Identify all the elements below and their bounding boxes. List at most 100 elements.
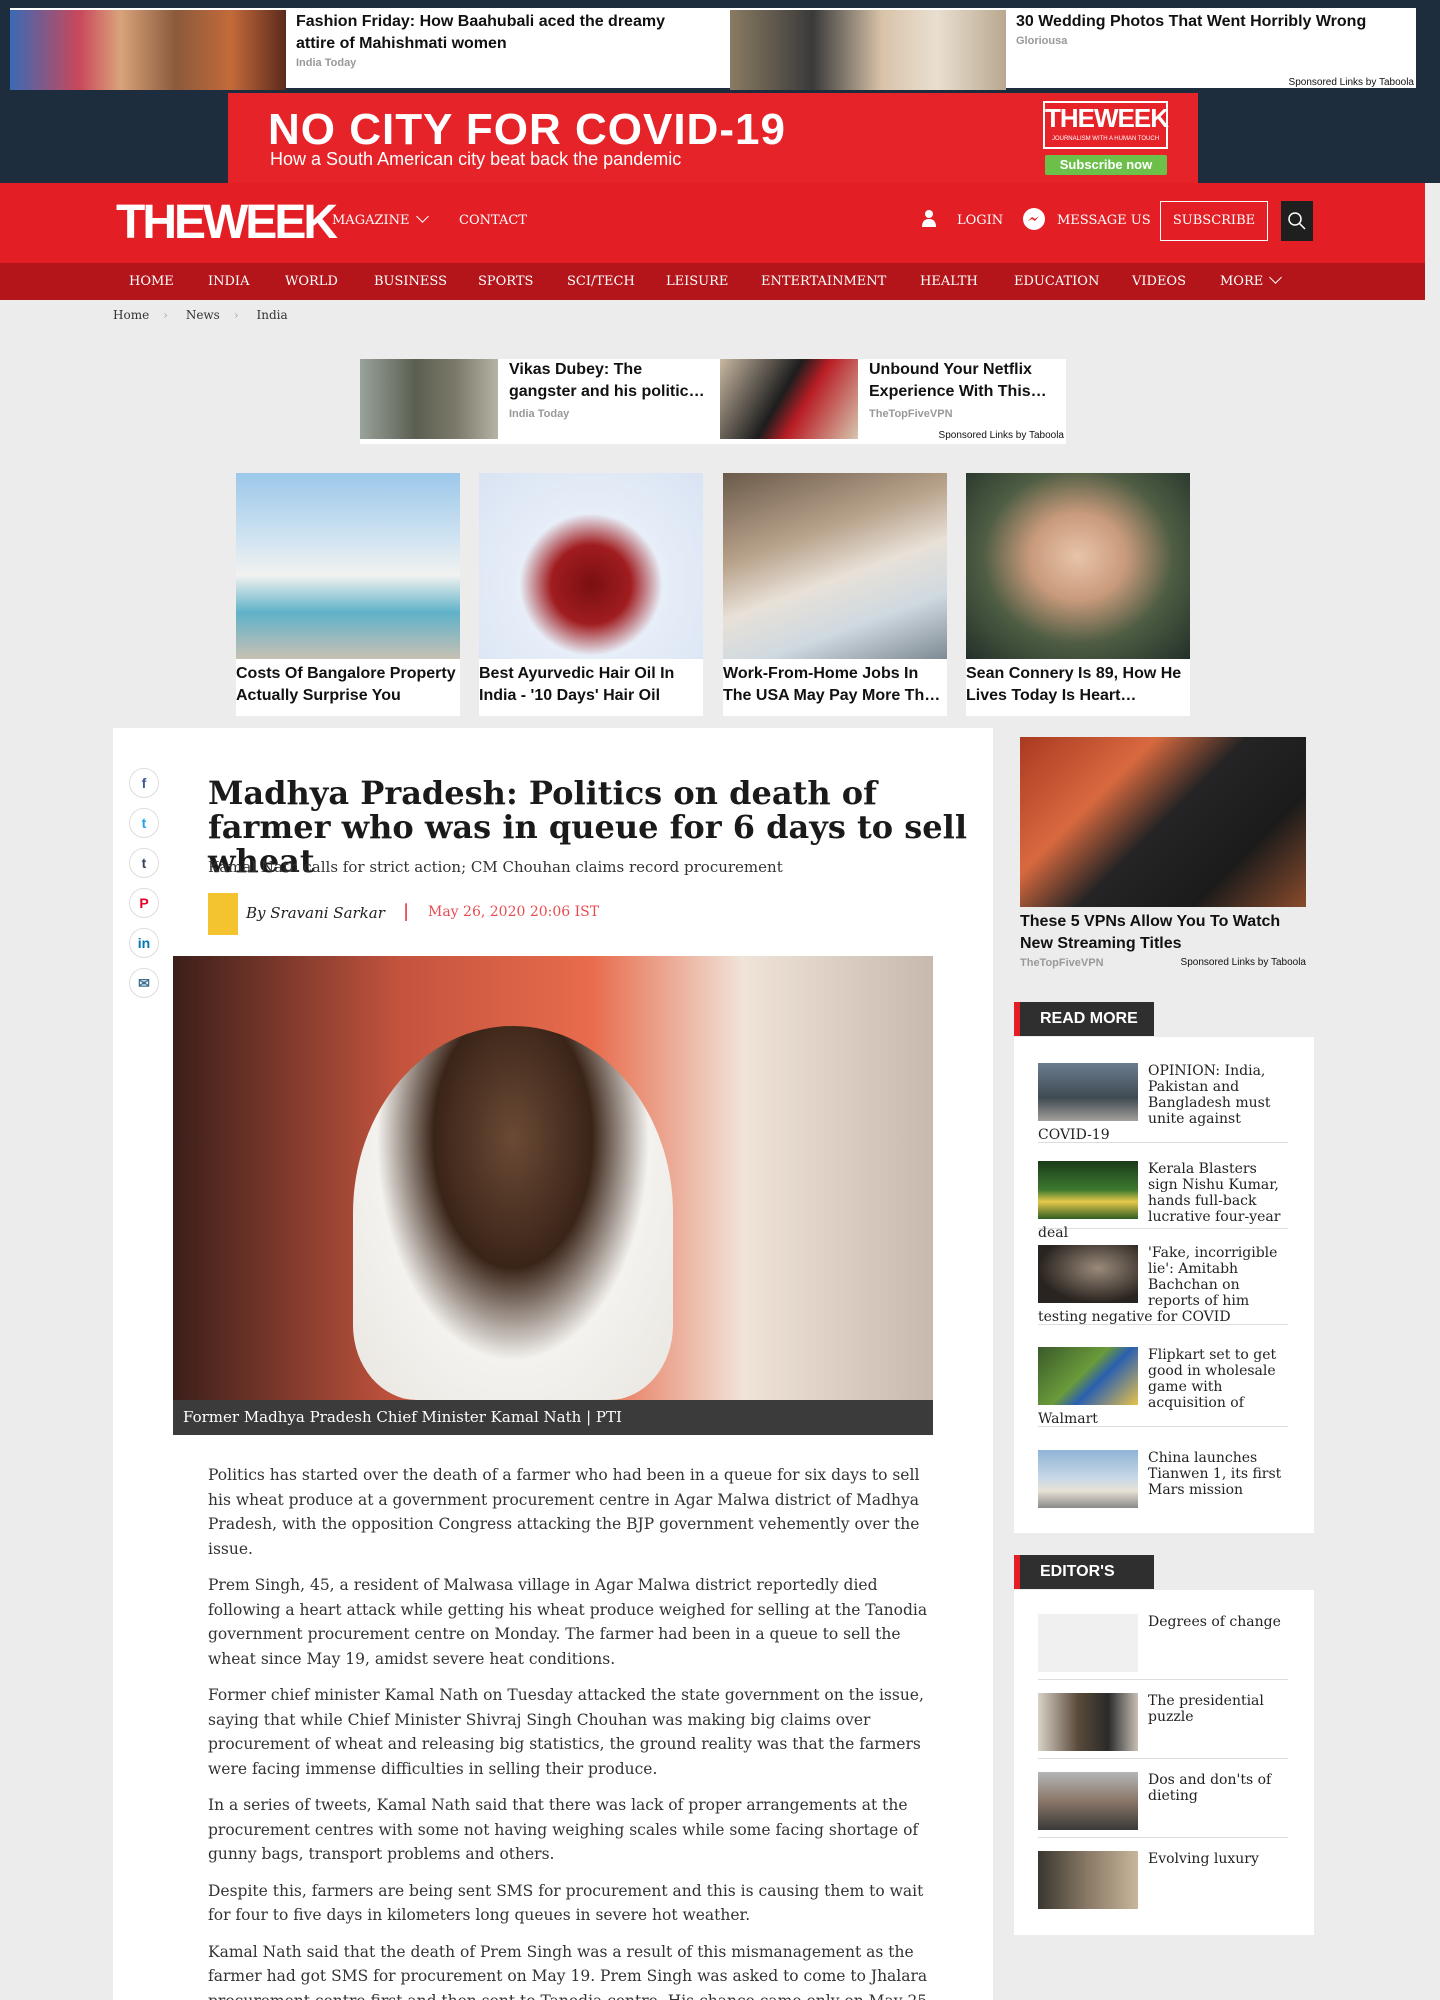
nav-entertainment[interactable]: ENTERTAINMENT bbox=[761, 274, 886, 289]
messenger-icon bbox=[1023, 208, 1045, 230]
nav-leisure[interactable]: LEISURE bbox=[666, 274, 728, 289]
search-icon bbox=[1288, 212, 1306, 230]
nav-sports[interactable]: SPORTS bbox=[478, 274, 533, 289]
banner-logo-text: THEWEEK bbox=[1045, 103, 1169, 133]
ad-tile[interactable]: Costs Of Bangalore Property Actually Sur… bbox=[236, 473, 460, 716]
search-button[interactable] bbox=[1281, 201, 1313, 241]
ad-title-netflix[interactable]: Unbound Your Netflix Experience With Thi… bbox=[869, 359, 1059, 403]
linkedin-share-button[interactable]: in bbox=[129, 928, 159, 958]
nav-scitech[interactable]: SCI/TECH bbox=[567, 274, 635, 289]
section-nav: HOME INDIA WORLD BUSINESS SPORTS SCI/TEC… bbox=[0, 263, 1425, 300]
subscribe-button[interactable]: SUBSCRIBE bbox=[1160, 201, 1268, 241]
list-item-thumbnail[interactable] bbox=[1038, 1851, 1138, 1909]
article-card: f t t P in ✉ Madhya Pradesh: Politics on… bbox=[113, 728, 993, 2000]
list-item-thumbnail[interactable] bbox=[1038, 1347, 1138, 1405]
list-item-thumbnail[interactable] bbox=[1038, 1772, 1138, 1830]
ad-tile-title[interactable]: Best Ayurvedic Hair Oil In India - '10 D… bbox=[479, 659, 703, 707]
ad-tile-image[interactable] bbox=[723, 473, 947, 659]
nav-videos[interactable]: VIDEOS bbox=[1132, 274, 1186, 289]
breadcrumb-separator: › bbox=[233, 308, 239, 322]
list-item[interactable]: Dos and don'ts of dieting bbox=[1038, 1772, 1288, 1838]
publish-date: May 26, 2020 20:06 IST bbox=[428, 904, 600, 920]
ad-tile-image[interactable] bbox=[236, 473, 460, 659]
nav-business[interactable]: BUSINESS bbox=[374, 274, 447, 289]
sidebar-ad-title[interactable]: These 5 VPNs Allow You To Watch New Stre… bbox=[1020, 911, 1300, 955]
tumblr-share-button[interactable]: t bbox=[129, 848, 159, 878]
list-item-thumbnail[interactable] bbox=[1038, 1161, 1138, 1219]
list-item-thumbnail[interactable] bbox=[1038, 1245, 1138, 1303]
editors-pick-heading: EDITOR'S PICK bbox=[1014, 1555, 1154, 1614]
ad-image-netflix[interactable] bbox=[720, 359, 858, 439]
list-item-thumbnail[interactable] bbox=[1038, 1614, 1138, 1672]
breadcrumb-home[interactable]: Home bbox=[113, 308, 149, 322]
email-share-button[interactable]: ✉ bbox=[129, 968, 159, 998]
list-item[interactable]: Degrees of change bbox=[1038, 1614, 1288, 1680]
nav-health[interactable]: HEALTH bbox=[920, 274, 978, 289]
message-us-link[interactable]: MESSAGE US bbox=[1057, 213, 1151, 228]
sidebar-ad-image[interactable] bbox=[1020, 737, 1306, 907]
hero-figure bbox=[353, 1026, 673, 1400]
nav-home[interactable]: HOME bbox=[129, 274, 174, 289]
ad-tile-image[interactable] bbox=[966, 473, 1190, 659]
taboola-inline-ad[interactable]: Vikas Dubey: The gangster and his politi… bbox=[360, 359, 1066, 444]
list-item[interactable]: Evolving luxury bbox=[1038, 1851, 1288, 1913]
top-ad-strip: Fashion Friday: How Baahubali aced the d… bbox=[0, 0, 1440, 183]
list-item-thumbnail[interactable] bbox=[1038, 1693, 1138, 1751]
ad-image-fashion[interactable] bbox=[10, 10, 286, 90]
list-item[interactable]: Flipkart set to get good in wholesale ga… bbox=[1038, 1347, 1288, 1427]
ad-title-vikas[interactable]: Vikas Dubey: The gangster and his politi… bbox=[509, 359, 709, 403]
article-paragraph: Kamal Nath said that the death of Prem S… bbox=[208, 1942, 928, 2000]
breadcrumb-india[interactable]: India bbox=[256, 308, 287, 322]
nav-magazine[interactable]: MAGAZINE bbox=[332, 210, 429, 228]
taboola-label[interactable]: Sponsored Links by Taboola bbox=[1289, 77, 1414, 88]
list-item[interactable]: China launches Tianwen 1, its first Mars… bbox=[1038, 1450, 1288, 1510]
editors-pick-box: Degrees of change The presidential puzzl… bbox=[1014, 1590, 1314, 1935]
list-item[interactable]: The presidential puzzle bbox=[1038, 1693, 1288, 1759]
author-name[interactable]: By Sravani Sarkar bbox=[246, 904, 385, 922]
ad-tile[interactable]: Sean Connery Is 89, How He Lives Today I… bbox=[966, 473, 1190, 716]
taboola-top-ad[interactable]: Fashion Friday: How Baahubali aced the d… bbox=[8, 6, 1418, 90]
read-more-heading: READ MORE bbox=[1014, 1002, 1154, 1036]
ad-tile-title[interactable]: Sean Connery Is 89, How He Lives Today I… bbox=[966, 659, 1190, 707]
ad-tile[interactable]: Best Ayurvedic Hair Oil In India - '10 D… bbox=[479, 473, 703, 716]
nav-india[interactable]: INDIA bbox=[208, 274, 249, 289]
facebook-share-button[interactable]: f bbox=[129, 768, 159, 798]
list-item[interactable]: Kerala Blasters sign Nishu Kumar, hands … bbox=[1038, 1161, 1288, 1241]
taboola-label[interactable]: Sponsored Links by Taboola bbox=[1181, 957, 1306, 968]
sidebar-ad-footer: TheTopFiveVPN Sponsored Links by Taboola bbox=[1020, 955, 1306, 971]
list-item-thumbnail[interactable] bbox=[1038, 1450, 1138, 1508]
author-avatar[interactable] bbox=[208, 893, 238, 935]
ad-image-vikas[interactable] bbox=[360, 359, 498, 439]
chevron-down-icon bbox=[415, 210, 429, 223]
ad-title-wedding[interactable]: 30 Wedding Photos That Went Horribly Wro… bbox=[1016, 11, 1406, 33]
nav-world[interactable]: WORLD bbox=[285, 274, 338, 289]
list-item[interactable]: OPINION: India, Pakistan and Bangladesh … bbox=[1038, 1063, 1288, 1143]
sidebar-ad-source: TheTopFiveVPN bbox=[1020, 957, 1104, 969]
article-paragraph: Politics has started over the death of a… bbox=[208, 1466, 920, 1558]
list-item-thumbnail[interactable] bbox=[1038, 1063, 1138, 1121]
list-item[interactable]: 'Fake, incorrigible lie': Amitabh Bachch… bbox=[1038, 1245, 1288, 1325]
login-link[interactable]: LOGIN bbox=[957, 213, 1003, 228]
covid-banner-ad[interactable]: NO CITY FOR COVID-19 How a South America… bbox=[228, 93, 1198, 183]
nav-education[interactable]: EDUCATION bbox=[1014, 274, 1099, 289]
nav-more[interactable]: MORE bbox=[1220, 271, 1283, 289]
site-logo[interactable]: THEWEEK bbox=[116, 197, 338, 249]
breadcrumb-separator: › bbox=[163, 308, 168, 322]
breadcrumb-news[interactable]: News bbox=[186, 308, 220, 322]
read-more-box: OPINION: India, Pakistan and Bangladesh … bbox=[1014, 1037, 1314, 1533]
pinterest-share-button[interactable]: P bbox=[129, 888, 159, 918]
nav-more-label: MORE bbox=[1220, 274, 1264, 289]
banner-subscribe-button[interactable]: Subscribe now bbox=[1045, 155, 1167, 175]
nav-contact[interactable]: CONTACT bbox=[459, 213, 527, 228]
ad-tile-title[interactable]: Work-From-Home Jobs In The USA May Pay M… bbox=[723, 659, 947, 707]
sidebar-ad[interactable]: These 5 VPNs Allow You To Watch New Stre… bbox=[1020, 737, 1306, 977]
taboola-label[interactable]: Sponsored Links by Taboola bbox=[939, 430, 1064, 441]
twitter-share-button[interactable]: t bbox=[129, 808, 159, 838]
ad-tile-title[interactable]: Costs Of Bangalore Property Actually Sur… bbox=[236, 659, 460, 707]
ad-title-fashion[interactable]: Fashion Friday: How Baahubali aced the d… bbox=[296, 11, 686, 55]
ad-tile-image[interactable] bbox=[479, 473, 703, 659]
article-paragraph: In a series of tweets, Kamal Nath said t… bbox=[208, 1796, 919, 1863]
ad-tile[interactable]: Work-From-Home Jobs In The USA May Pay M… bbox=[723, 473, 947, 716]
ad-image-wedding[interactable] bbox=[730, 10, 1006, 90]
ad-source-wedding: Gloriousa bbox=[1016, 35, 1068, 47]
